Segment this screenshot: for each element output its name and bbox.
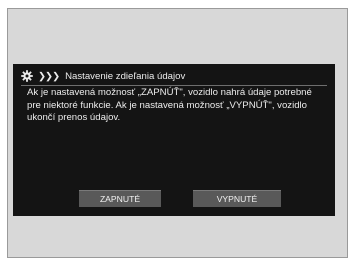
off-button[interactable]: VYPNUTÉ <box>193 190 281 207</box>
dialog-message: Ak je nastavená možnosť „ZAPNÚŤ", vozidl… <box>27 87 312 124</box>
triple-chevron-icon: ❯❯❯ <box>38 70 60 82</box>
header-divider <box>21 85 327 86</box>
gear-icon <box>21 70 33 82</box>
on-button[interactable]: ZAPNUTÉ <box>79 190 161 207</box>
data-sharing-dialog: ❯❯❯ Nastavenie zdieľania údajov Ak je na… <box>13 64 335 216</box>
dialog-header: ❯❯❯ Nastavenie zdieľania údajov <box>21 69 185 83</box>
dialog-title: Nastavenie zdieľania údajov <box>65 70 186 82</box>
